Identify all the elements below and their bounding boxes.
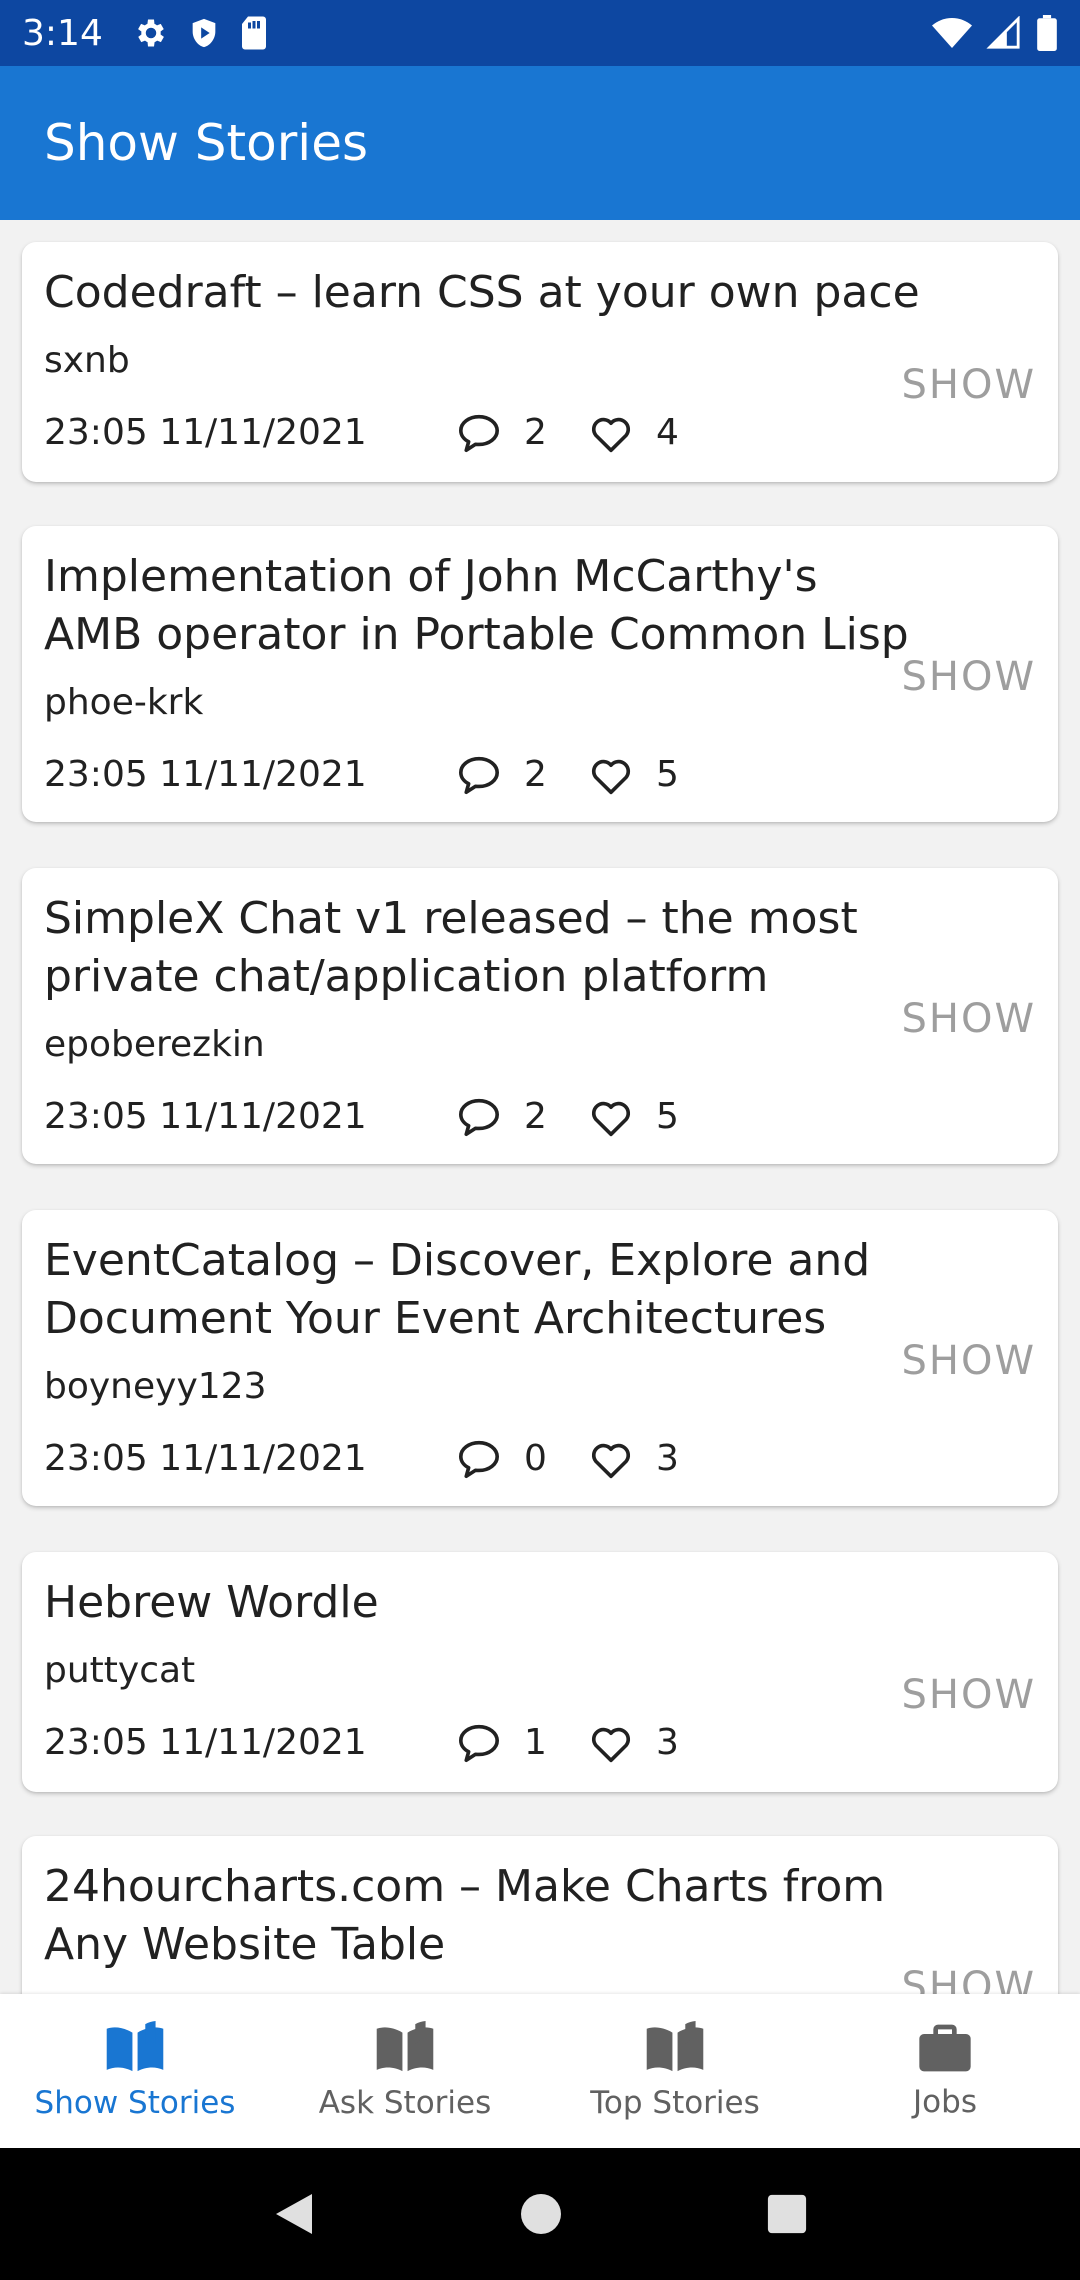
comments-count: 2 <box>456 412 588 453</box>
story-time: 23:05 11/11/2021 <box>44 754 367 795</box>
recents-icon[interactable] <box>766 2193 808 2235</box>
wifi-icon <box>932 18 972 48</box>
likes-value: 4 <box>656 412 679 453</box>
status-time: 3:14 <box>22 12 103 54</box>
comments-count: 0 <box>456 1438 588 1479</box>
heart-icon <box>591 1443 631 1478</box>
comment-icon <box>459 1724 499 1762</box>
comments-count: 2 <box>456 1096 588 1137</box>
nav-item-show-stories[interactable]: Show Stories <box>0 1994 270 2148</box>
nav-label: Top Stories <box>590 2085 760 2121</box>
story-author: epoberezkin <box>44 1024 265 1065</box>
show-button[interactable]: SHOW <box>901 1338 1036 1384</box>
back-icon[interactable] <box>272 2190 316 2238</box>
comments-value: 2 <box>524 1096 547 1137</box>
likes-count: 3 <box>588 1438 679 1479</box>
battery-icon <box>1037 15 1057 51</box>
comments-value: 0 <box>524 1438 547 1479</box>
story-time: 23:05 11/11/2021 <box>44 412 367 453</box>
story-title: EventCatalog – Discover, Explore and Doc… <box>44 1235 871 1344</box>
story-meta: 23:05 11/11/2021 2 4 <box>44 412 679 453</box>
likes-count: 5 <box>588 1096 679 1137</box>
gear-icon <box>137 19 164 47</box>
comments-value: 2 <box>524 412 547 453</box>
comment-icon <box>459 756 499 794</box>
likes-value: 5 <box>656 754 679 795</box>
comment-icon <box>459 1440 499 1478</box>
home-icon[interactable] <box>519 2192 563 2236</box>
book-open-icon <box>106 2021 164 2072</box>
comments-value: 1 <box>524 1722 547 1763</box>
comments-value: 2 <box>524 754 547 795</box>
nav-item-jobs[interactable]: Jobs <box>810 1994 1080 2148</box>
story-title: 24hourcharts.com – Make Charts from Any … <box>44 1861 886 1970</box>
story-time: 23:05 11/11/2021 <box>44 1438 367 1479</box>
heart-icon <box>591 417 631 452</box>
nav-label: Show Stories <box>34 2085 236 2121</box>
story-title: SimpleX Chat v1 released – the most priv… <box>44 893 858 1002</box>
heart-icon <box>591 759 631 794</box>
book-open-icon <box>376 2021 434 2072</box>
story-card[interactable]: Implementation of John McCarthy's AMB op… <box>22 526 1058 822</box>
story-author: sxnb <box>44 340 130 381</box>
show-button[interactable]: SHOW <box>901 362 1036 408</box>
story-author: boyneyy123 <box>44 1366 267 1407</box>
show-button[interactable]: SHOW <box>901 1672 1036 1718</box>
story-meta: 23:05 11/11/2021 2 5 <box>44 754 679 795</box>
bottom-navigation: Show Stories Ask Stories Top Stories Job… <box>0 1994 1080 2148</box>
comment-icon <box>459 1098 499 1136</box>
comments-count: 1 <box>456 1722 588 1763</box>
likes-value: 3 <box>656 1722 679 1763</box>
likes-count: 3 <box>588 1722 679 1763</box>
story-card[interactable]: EventCatalog – Discover, Explore and Doc… <box>22 1210 1058 1506</box>
story-author: phoe-krk <box>44 682 204 723</box>
show-button[interactable]: SHOW <box>901 1964 1036 1994</box>
story-card[interactable]: Hebrew Wordle puttycat 23:05 11/11/2021 … <box>22 1552 1058 1792</box>
story-title: Implementation of John McCarthy's AMB op… <box>44 551 909 660</box>
likes-value: 5 <box>656 1096 679 1137</box>
story-author: puttycat <box>44 1650 196 1691</box>
show-button[interactable]: SHOW <box>901 996 1036 1042</box>
story-meta: 23:05 11/11/2021 2 5 <box>44 1096 679 1137</box>
story-meta: 23:05 11/11/2021 1 3 <box>44 1722 679 1763</box>
nav-label: Ask Stories <box>318 2085 492 2121</box>
system-navigation-bar <box>0 2148 1080 2280</box>
likes-count: 4 <box>588 412 679 453</box>
story-time: 23:05 11/11/2021 <box>44 1722 367 1763</box>
story-card[interactable]: Codedraft – learn CSS at your own pace s… <box>22 242 1058 482</box>
likes-count: 5 <box>588 754 679 795</box>
story-card[interactable]: SimpleX Chat v1 released – the most priv… <box>22 868 1058 1164</box>
comment-icon <box>459 414 499 452</box>
story-title: Codedraft – learn CSS at your own pace <box>44 267 920 318</box>
heart-icon <box>591 1727 631 1762</box>
signal-icon <box>986 16 1020 49</box>
story-list[interactable]: Codedraft – learn CSS at your own pace s… <box>0 220 1080 1994</box>
book-open-icon <box>646 2021 704 2072</box>
sd-card-icon <box>241 16 266 50</box>
likes-value: 3 <box>656 1438 679 1479</box>
nav-item-top-stories[interactable]: Top Stories <box>540 1994 810 2148</box>
nav-item-ask-stories[interactable]: Ask Stories <box>270 1994 540 2148</box>
briefcase-icon <box>919 2024 971 2072</box>
app-bar: Show Stories <box>0 66 1080 220</box>
story-meta: 23:05 11/11/2021 0 3 <box>44 1438 679 1479</box>
comments-count: 2 <box>456 754 588 795</box>
story-time: 23:05 11/11/2021 <box>44 1096 367 1137</box>
status-bar: 3:14 <box>0 0 1080 66</box>
nav-label: Jobs <box>913 2084 977 2120</box>
heart-icon <box>591 1101 631 1136</box>
shield-icon <box>192 18 216 48</box>
story-card[interactable]: 24hourcharts.com – Make Charts from Any … <box>22 1836 1058 1994</box>
page-title: Show Stories <box>44 114 368 172</box>
show-button[interactable]: SHOW <box>901 654 1036 700</box>
story-title: Hebrew Wordle <box>44 1577 379 1628</box>
